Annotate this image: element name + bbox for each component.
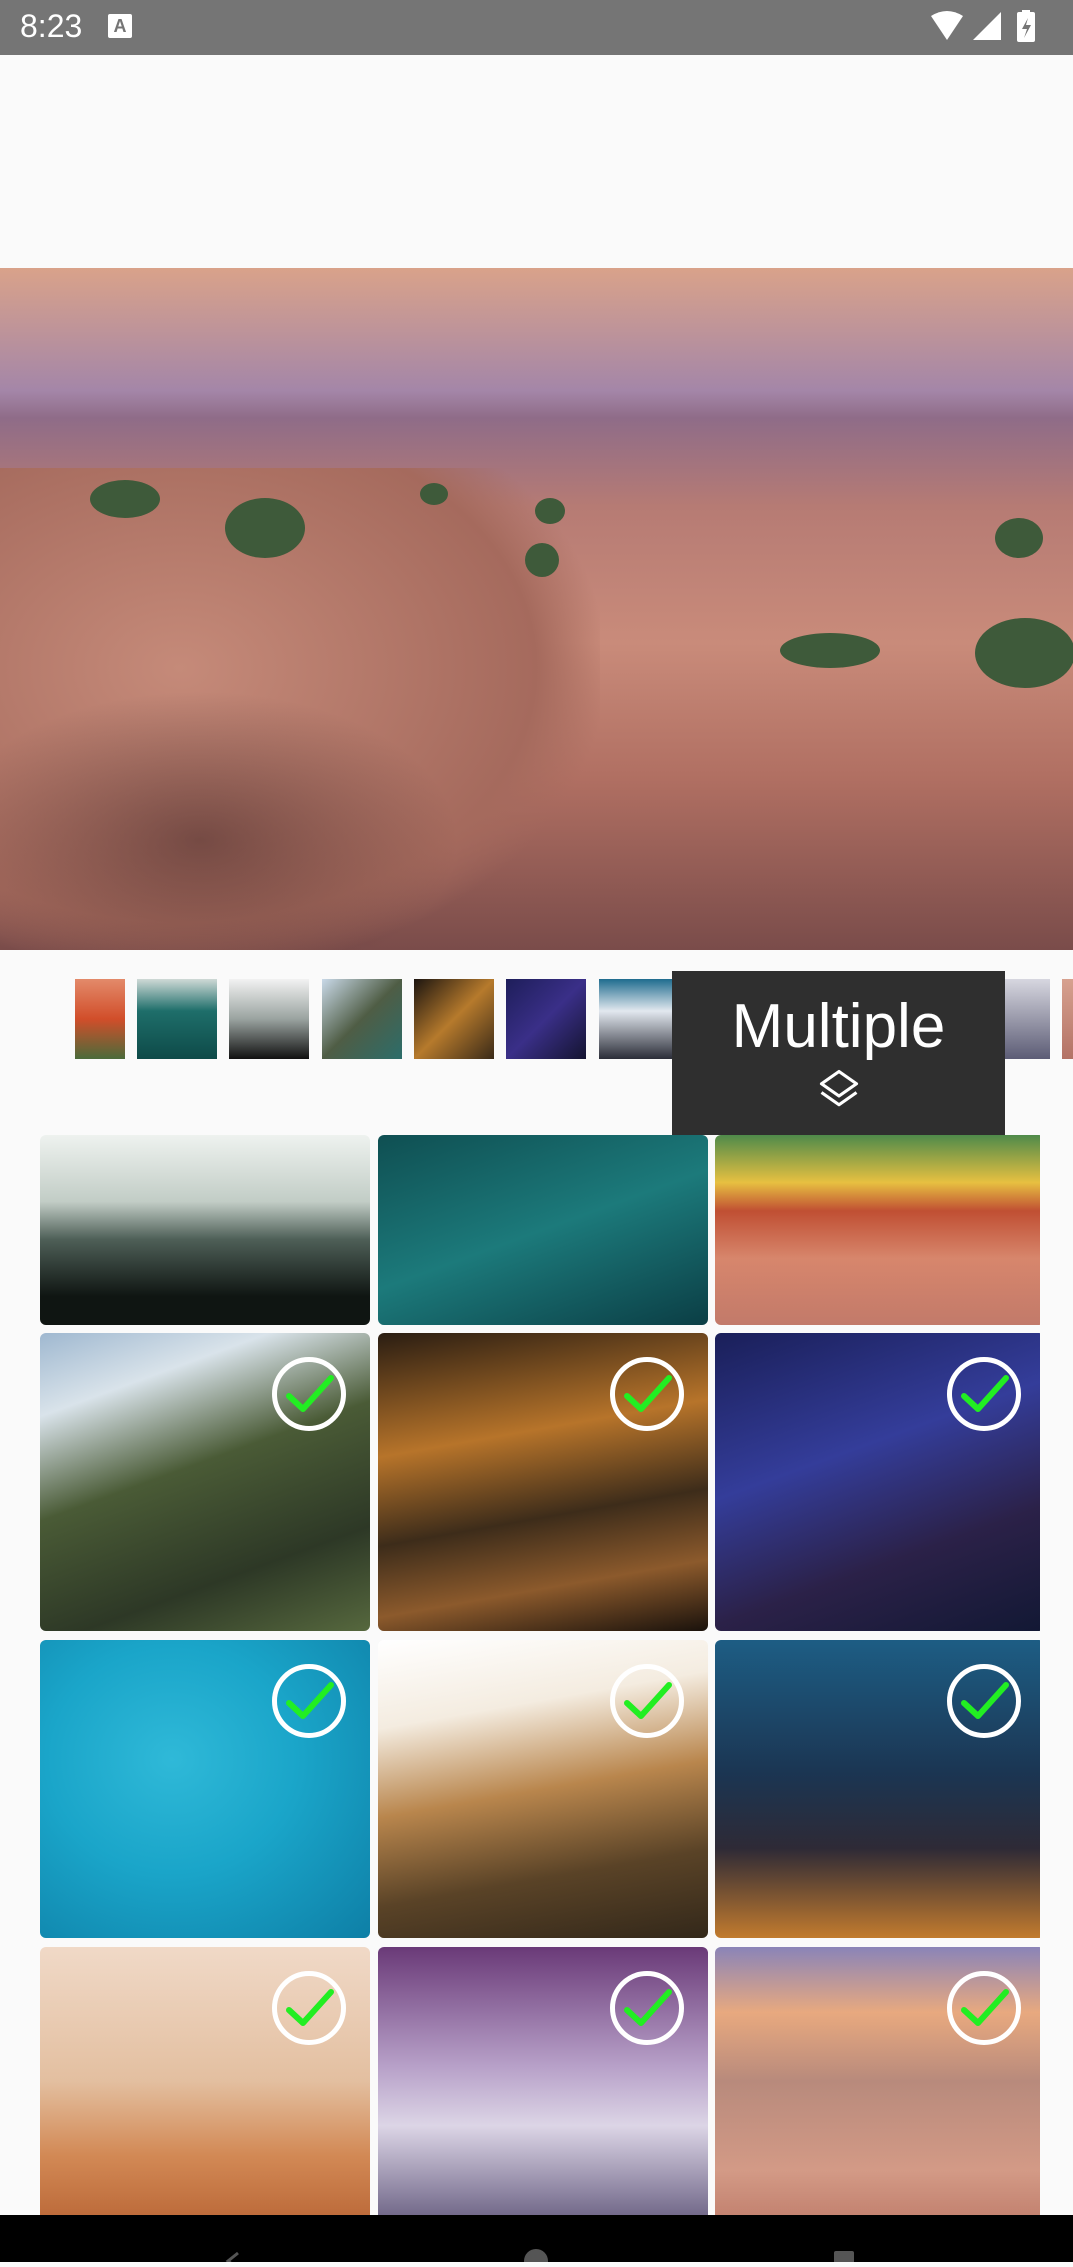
selected-check-icon[interactable]	[610, 1971, 684, 2045]
preview-bush	[225, 498, 305, 558]
preview-bush	[995, 518, 1043, 558]
navigation-bar	[0, 2215, 1073, 2267]
back-nav-icon	[225, 2251, 239, 2267]
status-bar: 8:23 A	[0, 0, 1073, 55]
photo-tile[interactable]	[715, 1333, 1040, 1631]
status-time: 8:23	[20, 8, 83, 44]
selected-check-icon[interactable]	[947, 1664, 1021, 1738]
strip-thumbnail[interactable]	[506, 979, 586, 1059]
preview-image[interactable]	[0, 268, 1073, 950]
preview-bush	[90, 480, 160, 518]
layers-icon	[819, 1069, 858, 1107]
photo-tile[interactable]	[378, 1640, 708, 1938]
strip-thumbnail[interactable]	[414, 979, 494, 1059]
selected-check-icon[interactable]	[947, 1971, 1021, 2045]
preview-bush	[780, 633, 880, 668]
preview-bush	[975, 618, 1073, 688]
photo-tile[interactable]	[40, 1640, 370, 1938]
home-nav-icon	[524, 2249, 548, 2267]
photo-tile[interactable]	[40, 1333, 370, 1631]
strip-thumbnail[interactable]	[1062, 979, 1073, 1059]
strip-thumbnail[interactable]	[599, 979, 679, 1059]
selected-check-icon[interactable]	[272, 1664, 346, 1738]
photo-tile[interactable]	[715, 1640, 1040, 1938]
selected-check-icon[interactable]	[610, 1357, 684, 1431]
photo-tile[interactable]	[40, 1947, 370, 2215]
preview-bush	[525, 543, 559, 577]
selected-check-icon[interactable]	[947, 1357, 1021, 1431]
multiple-select-tooltip[interactable]: Multiple	[672, 971, 1005, 1135]
wifi-icon	[931, 11, 963, 40]
strip-thumbnail[interactable]	[75, 979, 125, 1059]
photo-grid	[40, 1135, 1040, 2215]
status-icons	[929, 10, 1049, 46]
tooltip-label: Multiple	[731, 992, 946, 1061]
photo-tile[interactable]	[715, 1135, 1040, 1325]
preview-bush	[535, 498, 565, 524]
selected-check-icon[interactable]	[272, 1971, 346, 2045]
photo-tile[interactable]	[378, 1333, 708, 1631]
preview-bush	[420, 483, 448, 505]
strip-thumbnail[interactable]	[322, 979, 402, 1059]
notification-a-icon: A	[108, 14, 132, 38]
strip-thumbnail[interactable]	[137, 979, 217, 1059]
preview-shadow	[0, 690, 460, 950]
photo-tile[interactable]	[378, 1135, 708, 1325]
strip-thumbnail[interactable]	[1005, 979, 1050, 1059]
selected-check-icon[interactable]	[272, 1357, 346, 1431]
selected-check-icon[interactable]	[610, 1664, 684, 1738]
photo-tile[interactable]	[40, 1135, 370, 1325]
photo-tile[interactable]	[715, 1947, 1040, 2215]
strip-thumbnail[interactable]	[229, 979, 309, 1059]
battery-icon	[1017, 10, 1035, 42]
photo-tile[interactable]	[378, 1947, 708, 2215]
recents-nav-icon	[834, 2251, 854, 2267]
signal-icon	[973, 12, 1001, 40]
